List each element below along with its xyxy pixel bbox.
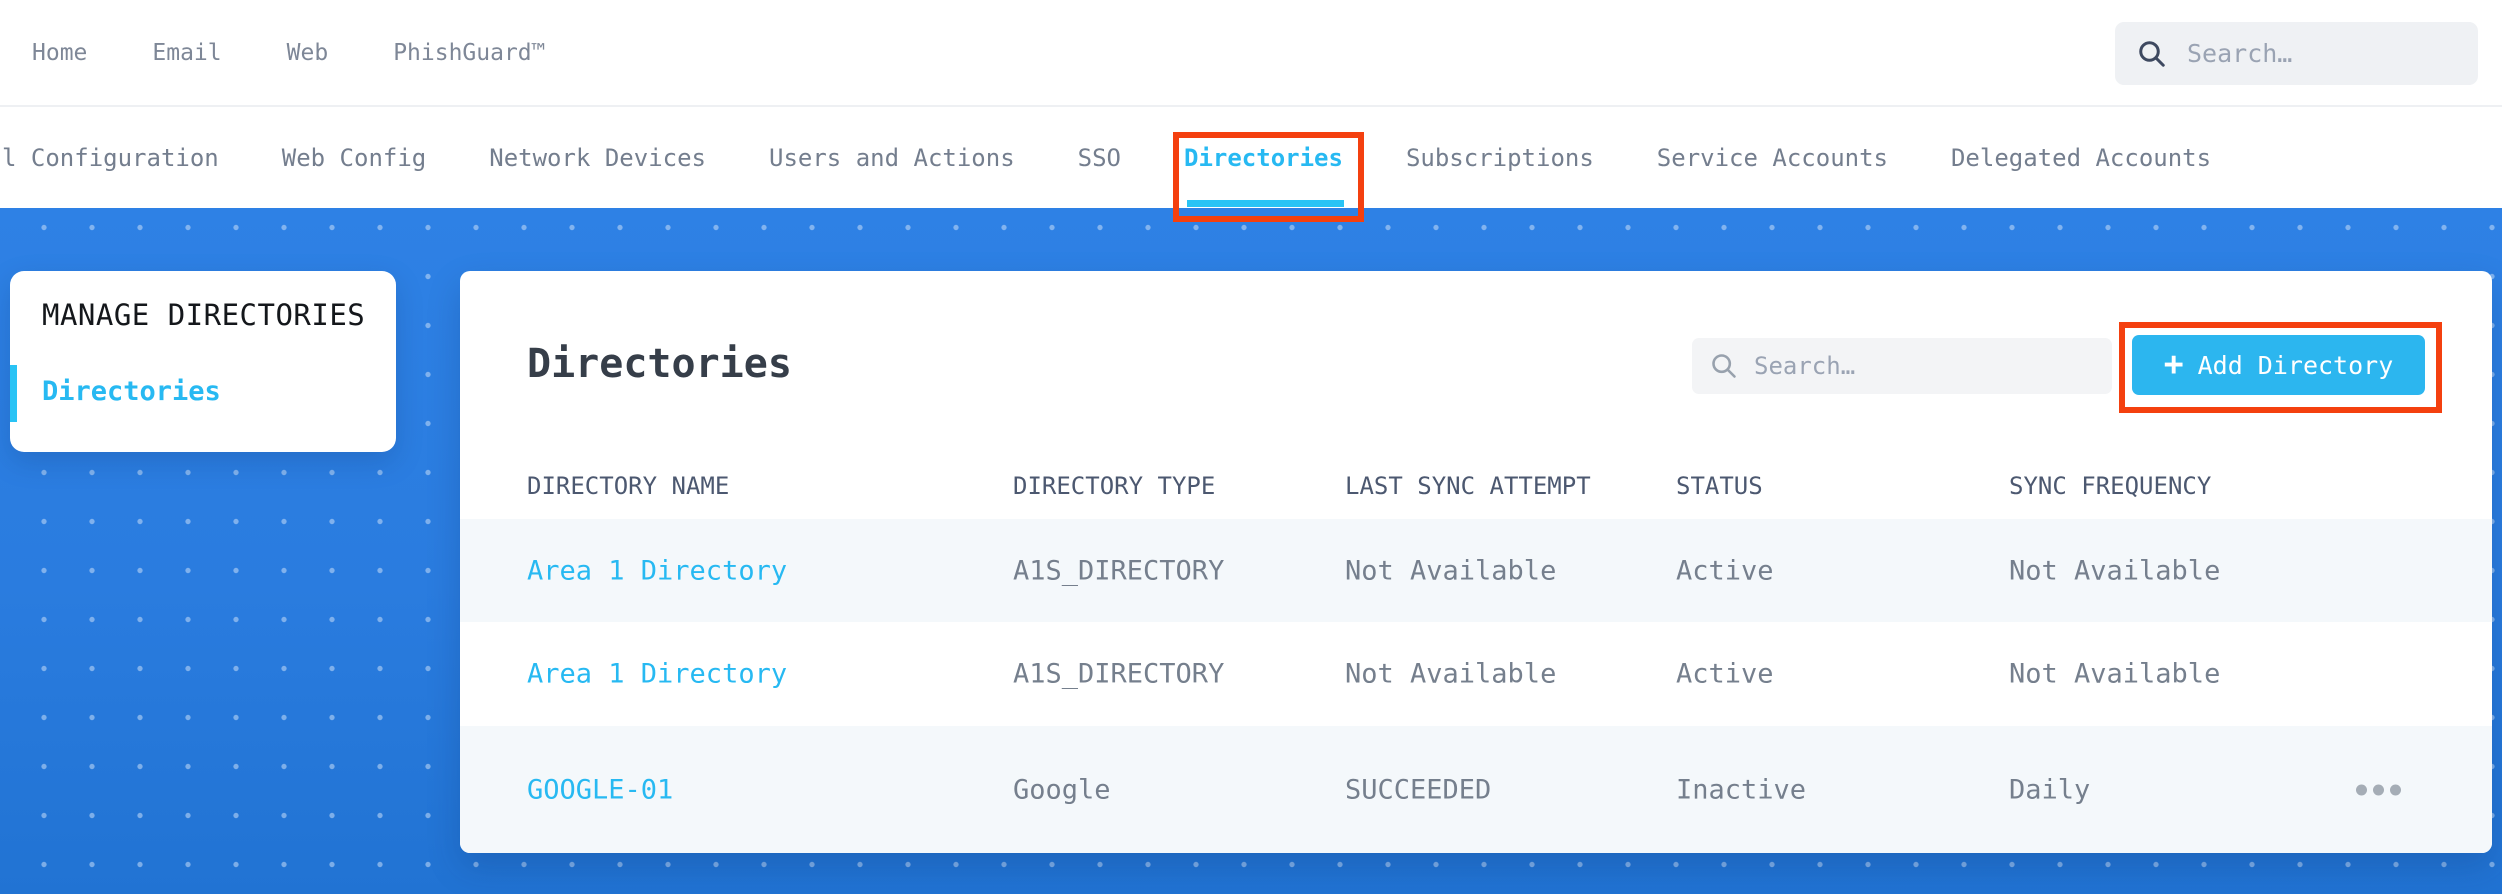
directory-type-cell: Google (1013, 774, 1111, 805)
tab-service-accounts[interactable]: Service Accounts (1657, 144, 1888, 172)
top-nav-item-email[interactable]: Email (152, 40, 221, 66)
status-cell: Inactive (1676, 774, 1807, 805)
settings-tab-bar: l Configuration Web Config Network Devic… (0, 107, 2502, 208)
search-icon (1710, 352, 1738, 380)
table-header-row: DIRECTORY NAME DIRECTORY TYPE LAST SYNC … (460, 461, 2492, 511)
row-more-options-icon[interactable] (2350, 778, 2407, 801)
active-item-indicator (10, 365, 17, 422)
search-icon (2137, 39, 2167, 69)
add-directory-label: Add Directory (2197, 350, 2394, 380)
table-row: Area 1 Directory A1S_DIRECTORY Not Avail… (460, 519, 2492, 622)
directory-name-link[interactable]: Area 1 Directory (527, 659, 787, 690)
tab-sso[interactable]: SSO (1078, 144, 1121, 172)
top-nav-item-home[interactable]: Home (32, 40, 87, 66)
global-search[interactable] (2115, 22, 2478, 85)
content-background: MANAGE DIRECTORIES Directories Directori… (0, 208, 2502, 894)
directory-name-link[interactable]: Area 1 Directory (527, 555, 787, 586)
last-sync-cell: Not Available (1345, 658, 1557, 690)
add-directory-button[interactable]: + Add Directory (2132, 335, 2425, 395)
directory-type-cell: A1S_DIRECTORY (1013, 658, 1225, 690)
sync-frequency-cell: Daily (2009, 774, 2091, 805)
directories-panel: Directories + Add Directory DIRECTORY NA… (460, 271, 2492, 853)
col-header-status: STATUS (1676, 472, 1763, 500)
col-header-sync-frequency: SYNC FREQUENCY (2009, 472, 2212, 500)
panel-title: Directories (527, 341, 792, 387)
side-card-heading: MANAGE DIRECTORIES (42, 298, 366, 332)
status-cell: Active (1676, 658, 1774, 690)
top-nav-item-web[interactable]: Web (287, 40, 329, 66)
sync-frequency-cell: Not Available (2009, 555, 2221, 586)
directory-type-cell: A1S_DIRECTORY (1013, 555, 1225, 586)
sync-frequency-cell: Not Available (2009, 658, 2221, 690)
directories-search[interactable] (1692, 338, 2112, 394)
tab-web-config[interactable]: Web Config (282, 144, 427, 172)
table-row: GOOGLE-01 Google SUCCEEDED Inactive Dail… (460, 726, 2492, 853)
screen: Home Email Web PhishGuard™ l Configurati… (0, 0, 2502, 894)
col-header-directory-type: DIRECTORY TYPE (1013, 472, 1216, 500)
col-header-directory-name: DIRECTORY NAME (527, 472, 730, 500)
tab-delegated-accounts[interactable]: Delegated Accounts (1951, 144, 2211, 172)
table-row: Area 1 Directory A1S_DIRECTORY Not Avail… (460, 622, 2492, 726)
top-nav-item-phishguard[interactable]: PhishGuard™ (393, 40, 545, 66)
tab-email-configuration[interactable]: l Configuration (2, 144, 219, 172)
tab-subscriptions[interactable]: Subscriptions (1406, 144, 1594, 172)
side-nav-item-directories[interactable]: Directories (42, 376, 221, 407)
active-tab-underline (1187, 200, 1344, 207)
directory-name-link[interactable]: GOOGLE-01 (527, 774, 673, 805)
last-sync-cell: Not Available (1345, 555, 1557, 586)
tab-network-devices[interactable]: Network Devices (489, 144, 706, 172)
tab-users-and-actions[interactable]: Users and Actions (769, 144, 1015, 172)
col-header-last-sync-attempt: LAST SYNC ATTEMPT (1345, 472, 1591, 500)
status-cell: Active (1676, 555, 1774, 586)
tab-directories[interactable]: Directories (1184, 144, 1343, 172)
last-sync-cell: SUCCEEDED (1345, 774, 1492, 805)
directories-search-input[interactable] (1754, 352, 2094, 380)
plus-icon: + (2163, 344, 2184, 383)
manage-directories-card: MANAGE DIRECTORIES Directories (10, 271, 396, 452)
global-search-input[interactable] (2187, 39, 2456, 68)
top-nav-items: Home Email Web PhishGuard™ (32, 40, 546, 66)
top-nav: Home Email Web PhishGuard™ (0, 0, 2502, 107)
